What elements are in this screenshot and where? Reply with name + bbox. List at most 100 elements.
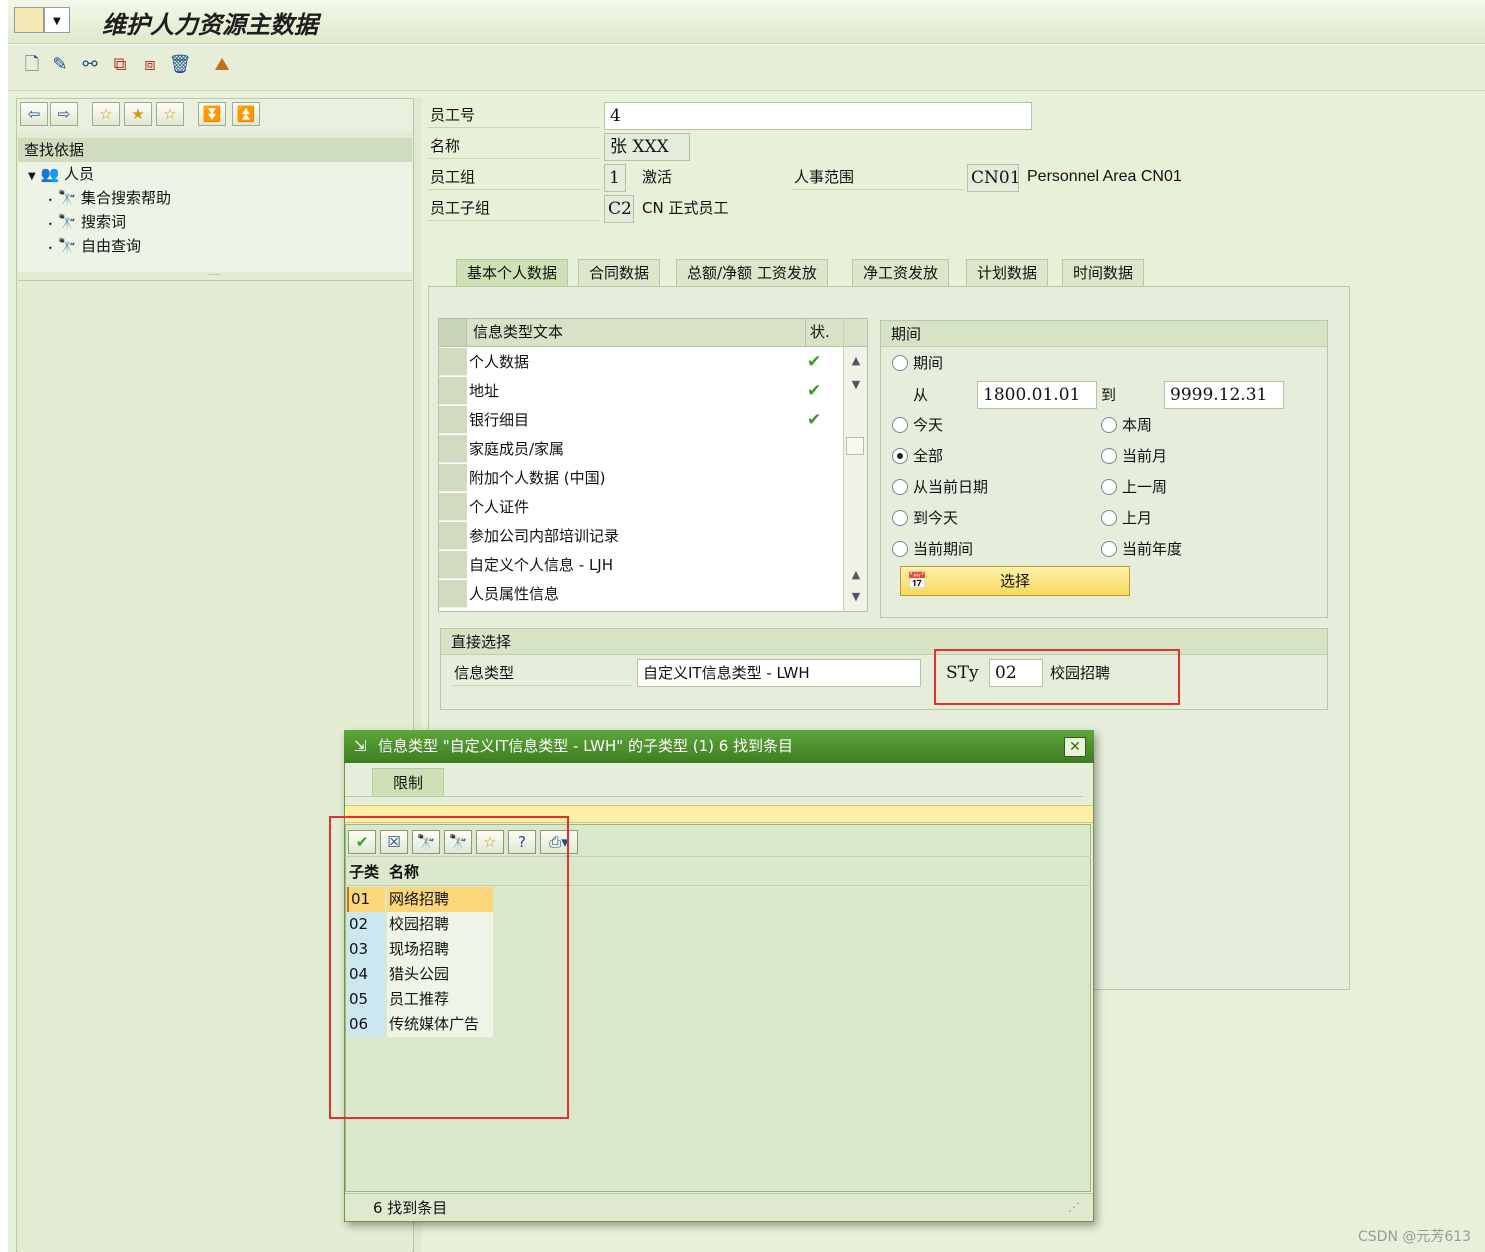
- employee-number-label: 员工号: [428, 102, 600, 128]
- row-selector[interactable]: [439, 580, 467, 608]
- close-icon[interactable]: ✕: [1064, 737, 1086, 757]
- collapse-arrow-icon[interactable]: ▼: [28, 171, 36, 182]
- radio-current-period[interactable]: [892, 541, 908, 557]
- copy-icon[interactable]: ⧉: [108, 53, 132, 77]
- radio-current-month[interactable]: [1101, 448, 1117, 464]
- edit-favorite-icon[interactable]: ☆: [156, 102, 184, 126]
- calendar-icon: 📅: [907, 571, 927, 590]
- dialog-title: ⇲ 信息类型 "自定义IT信息类型 - LWH" 的子类型 (1) 6 找到条目: [344, 730, 1094, 763]
- tree-item-free-search[interactable]: • 🔭 自由查询: [48, 234, 141, 258]
- binoculars-icon: 🔭: [57, 189, 77, 207]
- dialog-status-bar: 6 找到条目: [345, 1193, 1093, 1221]
- row-selector[interactable]: [439, 348, 467, 376]
- table-row-text[interactable]: 家庭成员/家属: [469, 435, 564, 464]
- tab-contract-data[interactable]: 合同数据: [578, 259, 661, 286]
- tab-basic-personal-data[interactable]: 基本个人数据: [456, 259, 569, 286]
- choose-button[interactable]: 📅 选择: [900, 566, 1130, 596]
- tab-gross-net-payroll[interactable]: 总额/净额 工资发放: [676, 259, 828, 286]
- row-selector[interactable]: [439, 406, 467, 434]
- scroll-up-icon[interactable]: ▲: [846, 351, 866, 371]
- radio-current-year[interactable]: [1101, 541, 1117, 557]
- radio-to-today[interactable]: [892, 510, 908, 526]
- personnel-area-label: 人事范围: [792, 164, 964, 190]
- tab-restrictions[interactable]: 限制: [372, 768, 444, 796]
- status-check-icon: ✔: [807, 352, 822, 372]
- table-row-text[interactable]: 银行细目: [469, 406, 529, 435]
- table-row-text[interactable]: 参加公司内部培训记录: [469, 522, 619, 551]
- favorite-icon[interactable]: ★: [124, 102, 152, 126]
- employee-number-input[interactable]: 4: [604, 102, 1032, 130]
- row-selector[interactable]: [439, 377, 467, 405]
- table-row-text[interactable]: 人员属性信息: [469, 580, 559, 609]
- radio-last-week-label: 上一周: [1122, 478, 1168, 496]
- table-scrollbar[interactable]: ▲ ▼ ▲ ▼: [843, 319, 867, 611]
- binoculars-icon: 🔭: [57, 237, 77, 255]
- from-label: 从: [913, 386, 929, 404]
- scroll-down-icon[interactable]: ▼: [846, 375, 866, 395]
- app-menu-dropdown-icon[interactable]: ▼: [44, 7, 70, 33]
- page-title: 维护人力资源主数据: [102, 10, 318, 39]
- tree-item-label: 集合搜索帮助: [80, 189, 171, 207]
- delimit-icon[interactable]: ⧈: [138, 53, 162, 77]
- resize-handle-icon[interactable]: ⋰: [1068, 1200, 1088, 1218]
- overview-icon[interactable]: ⛰: [210, 53, 234, 77]
- highlight-subtype: [934, 649, 1180, 705]
- edit-icon[interactable]: ✎: [48, 53, 72, 77]
- radio-today-label: 今天: [913, 416, 944, 434]
- new-icon[interactable]: 🗋: [20, 53, 44, 77]
- infotype-input[interactable]: 自定义IT信息类型 - LWH: [637, 659, 921, 687]
- search-tree: ▼ 👥 人员 • 🔭 集合搜索帮助 • 🔭 搜索词 • 🔭 自由查询: [18, 162, 412, 272]
- people-icon: 👥: [40, 165, 60, 183]
- radio-this-week-label: 本周: [1122, 416, 1153, 434]
- tree-node-label: 人员: [63, 165, 94, 183]
- delete-icon[interactable]: 🗑: [168, 53, 192, 77]
- column-settings-icon[interactable]: [844, 319, 867, 347]
- radio-from-today[interactable]: [892, 479, 908, 495]
- select-all-cell[interactable]: [439, 319, 467, 346]
- table-row-text[interactable]: 自定义个人信息 - LJH: [469, 551, 613, 580]
- row-selector[interactable]: [439, 493, 467, 521]
- app-menu-icon[interactable]: [14, 7, 44, 33]
- radio-today[interactable]: [892, 417, 908, 433]
- scroll-page-up-icon[interactable]: ▲: [846, 565, 866, 585]
- row-selector[interactable]: [439, 522, 467, 550]
- table-row-text[interactable]: 个人证件: [469, 493, 529, 522]
- resize-grip[interactable]: .....: [200, 268, 228, 277]
- tab-time-data[interactable]: 时间数据: [1062, 259, 1145, 286]
- add-favorite-icon[interactable]: ☆: [92, 102, 120, 126]
- row-selector[interactable]: [439, 464, 467, 492]
- tree-node-person[interactable]: ▼ 👥 人员: [28, 162, 94, 186]
- table-row-text[interactable]: 个人数据: [469, 348, 529, 377]
- personnel-area-code: CN01: [967, 164, 1021, 192]
- scroll-thumb[interactable]: [846, 437, 864, 455]
- radio-current-period-label: 当前期间: [913, 540, 974, 558]
- infotype-table: 信息类型文本 状. 个人数据 ✔ 地址 ✔ 银行细目 ✔ 家庭成员/家属 附加个…: [438, 318, 868, 612]
- tree-item-collective-search[interactable]: • 🔭 集合搜索帮助: [48, 186, 171, 210]
- from-date-input[interactable]: 1800.01.01: [977, 381, 1097, 409]
- status-check-icon: ✔: [807, 381, 822, 401]
- to-date-input[interactable]: 9999.12.31: [1164, 381, 1284, 409]
- row-selector[interactable]: [439, 551, 467, 579]
- tab-planning-data[interactable]: 计划数据: [966, 259, 1049, 286]
- back-icon[interactable]: ⇦: [20, 102, 48, 126]
- row-selector[interactable]: [439, 435, 467, 463]
- forward-icon[interactable]: ⇨: [50, 102, 78, 126]
- col-infotype-text[interactable]: 信息类型文本: [473, 319, 563, 346]
- display-icon[interactable]: ⚯: [78, 53, 102, 77]
- radio-period[interactable]: [892, 355, 908, 371]
- scroll-page-down-icon[interactable]: ▼: [846, 587, 866, 607]
- tab-net-payroll[interactable]: 净工资发放: [852, 259, 950, 286]
- name-label: 名称: [428, 133, 600, 159]
- radio-last-month[interactable]: [1101, 510, 1117, 526]
- table-row-text[interactable]: 地址: [469, 377, 499, 406]
- watermark: CSDN @元芳613: [1358, 1229, 1472, 1245]
- table-row-text[interactable]: 附加个人数据 (中国): [469, 464, 605, 493]
- status-check-icon: ✔: [807, 410, 822, 430]
- radio-all[interactable]: [892, 448, 908, 464]
- col-status[interactable]: 状.: [805, 319, 833, 346]
- tree-item-search-term[interactable]: • 🔭 搜索词: [48, 210, 126, 234]
- expand-icon[interactable]: ⏬: [198, 102, 226, 126]
- radio-this-week[interactable]: [1101, 417, 1117, 433]
- collapse-icon[interactable]: ⏫: [232, 102, 260, 126]
- radio-last-week[interactable]: [1101, 479, 1117, 495]
